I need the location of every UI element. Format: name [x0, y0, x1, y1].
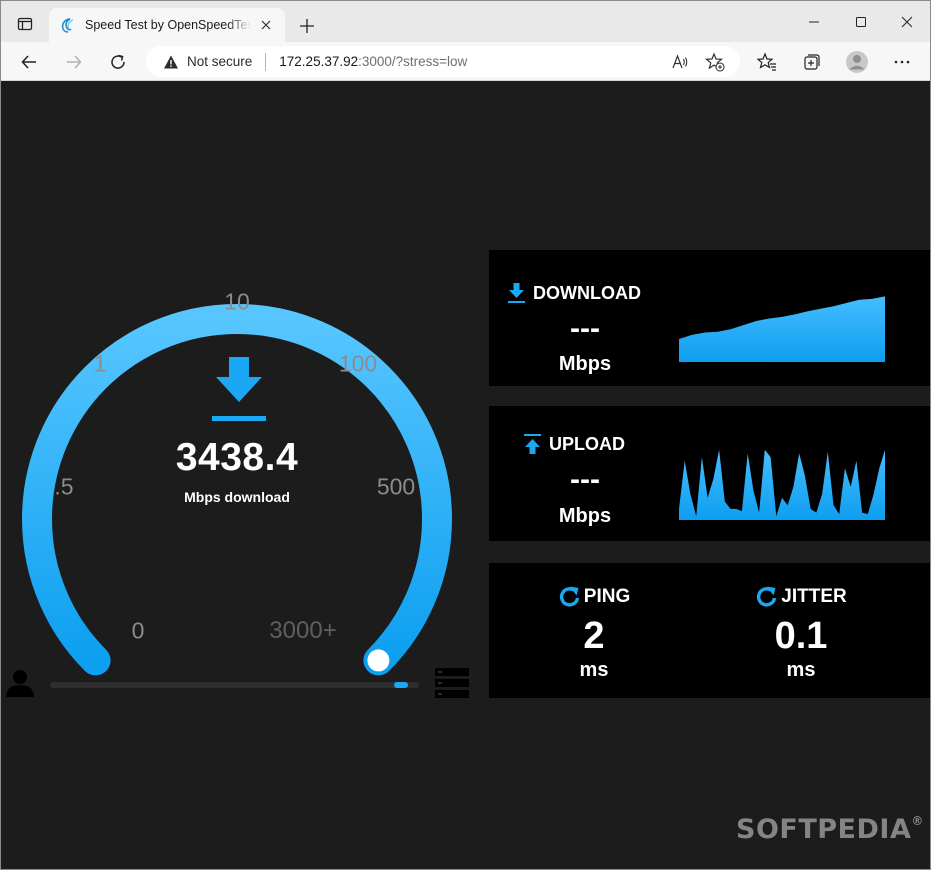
scale-label-10: 10 — [224, 288, 250, 315]
speed-gauge: 0 .5 1 10 100 500 3000+ 3438.4 Mbps down… — [1, 81, 481, 721]
softpedia-watermark: SOFTPEDIA® — [736, 814, 924, 845]
jitter-unit: ms — [786, 659, 816, 681]
refresh-icon — [559, 586, 579, 607]
tab-actions-icon — [17, 17, 33, 31]
upload-history-chart — [679, 449, 885, 520]
ping-title: PING — [583, 586, 631, 607]
scale-label-100: 100 — [338, 350, 378, 377]
jitter-value: 0.1 — [774, 615, 828, 657]
scale-label-0-5: .5 — [54, 473, 74, 500]
browser-tab-active[interactable]: Speed Test by OpenSpeedTest.com — [49, 8, 285, 42]
download-arrow-icon — [212, 357, 266, 421]
upload-title: UPLOAD — [549, 433, 625, 454]
address-separator — [265, 52, 267, 71]
read-aloud-icon — [672, 54, 688, 69]
stress-progress-indicator — [393, 682, 408, 688]
current-speed-unit: Mbps download — [184, 489, 290, 505]
favorites-button[interactable] — [751, 46, 783, 78]
minimize-button[interactable] — [791, 1, 837, 42]
download-title: DOWNLOAD — [533, 282, 641, 303]
openspeedtest-favicon-icon — [61, 18, 74, 33]
upload-icon — [524, 434, 541, 454]
profile-icon — [846, 51, 868, 73]
stress-progress-track — [50, 682, 419, 688]
arrow-left-icon — [21, 55, 36, 69]
collections-button[interactable] — [796, 46, 828, 78]
refresh-icon — [757, 586, 777, 607]
jitter-heading: JITTER — [701, 585, 901, 609]
current-speed-value: 3438.4 — [175, 436, 299, 479]
download-heading: DOWNLOAD — [508, 282, 641, 304]
plus-icon — [300, 19, 314, 33]
tab-actions-button[interactable] — [11, 10, 39, 38]
ping-unit: ms — [579, 659, 609, 681]
download-history-area — [679, 296, 885, 362]
download-history-chart — [679, 296, 885, 362]
refresh-button[interactable] — [102, 46, 134, 78]
tab-title: Speed Test by OpenSpeedTest.com — [85, 18, 251, 32]
new-tab-button[interactable] — [293, 12, 321, 40]
download-unit: Mbps — [558, 353, 612, 375]
security-status[interactable]: Not secure — [187, 54, 252, 69]
scale-label-0: 0 — [131, 617, 145, 644]
url-path: :3000/?stress=low — [358, 54, 468, 69]
arrow-right-icon — [67, 55, 82, 69]
ping-value: 2 — [583, 615, 605, 657]
close-window-button[interactable] — [884, 1, 930, 42]
scale-label-1: 1 — [93, 350, 107, 377]
maximize-button[interactable] — [838, 1, 884, 42]
more-icon — [894, 60, 910, 64]
close-tab-button[interactable] — [255, 14, 277, 36]
upload-value: --- — [570, 463, 600, 496]
warning-icon — [164, 55, 178, 68]
speedtest-page: 0 .5 1 10 100 500 3000+ 3438.4 Mbps down… — [1, 81, 930, 869]
settings-menu-button[interactable] — [886, 46, 918, 78]
upload-unit: Mbps — [558, 505, 612, 527]
profile-button[interactable] — [841, 46, 873, 78]
add-favorite-button[interactable] — [703, 50, 727, 74]
minimize-icon — [809, 21, 819, 22]
browser-window: Speed Test by OpenSpeedTest.com — [0, 0, 931, 870]
close-icon — [901, 16, 913, 27]
download-value: --- — [570, 312, 600, 345]
title-bar: Speed Test by OpenSpeedTest.com — [1, 1, 930, 42]
favorites-icon — [757, 52, 776, 71]
download-result-card: DOWNLOAD --- Mbps — [489, 250, 930, 386]
read-aloud-button[interactable] — [668, 50, 692, 74]
jitter-title: JITTER — [781, 586, 847, 607]
url-host: 172.25.37.92 — [279, 54, 359, 69]
upload-heading: UPLOAD — [524, 433, 625, 455]
close-icon — [261, 20, 271, 30]
ping-heading: PING — [494, 585, 694, 609]
download-icon — [508, 283, 525, 303]
forward-button[interactable] — [58, 46, 90, 78]
server-icon — [435, 668, 469, 698]
scale-label-500: 500 — [376, 473, 416, 500]
ping-jitter-card: PING 2 ms JITTER 0.1 ms — [489, 563, 930, 698]
jitter-section: JITTER 0.1 ms — [701, 563, 901, 698]
maximize-icon — [856, 16, 866, 27]
scale-label-3000-plus: 3000+ — [269, 617, 337, 644]
back-button[interactable] — [13, 46, 45, 78]
address-bar[interactable]: Not secure 172.25.37.92:3000/?stress=low — [146, 46, 740, 77]
star-plus-icon — [705, 52, 725, 72]
navigation-toolbar: Not secure 172.25.37.92:3000/?stress=low — [1, 42, 930, 81]
refresh-icon — [111, 54, 125, 69]
gauge-needle-knob — [367, 649, 390, 672]
watermark-registered-mark: ® — [911, 814, 924, 828]
collections-icon — [804, 54, 820, 70]
ping-section: PING 2 ms — [494, 563, 694, 698]
user-icon — [6, 670, 34, 697]
upload-history-area — [679, 449, 885, 520]
watermark-text: SOFTPEDIA — [736, 814, 912, 845]
upload-result-card: UPLOAD --- Mbps — [489, 406, 930, 541]
